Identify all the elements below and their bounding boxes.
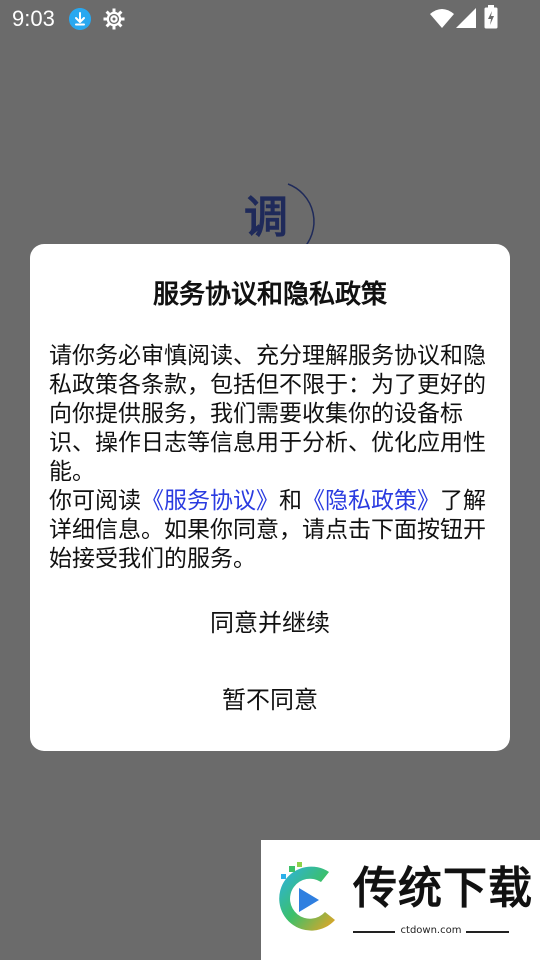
watermark-rule-left <box>353 931 395 933</box>
agree-button[interactable]: 同意并继续 <box>30 603 510 643</box>
splash-logo: 调 <box>244 192 288 243</box>
watermark-domain: ctdown.com <box>400 925 462 936</box>
dialog-title: 服务协议和隐私政策 <box>152 280 387 310</box>
watermark-rule-right <box>466 931 509 933</box>
service-agreement-link[interactable]: 《服务协议》 <box>141 488 279 514</box>
watermark: 传统下载 ctdown.com <box>261 840 540 960</box>
wifi-icon <box>430 9 454 28</box>
gear-icon <box>103 8 125 30</box>
dialog-paragraph-2: 你可阅读《服务协议》和《隐私政策》了解详细信息。如果你同意，请点击下面按钮开始接… <box>49 487 489 574</box>
watermark-logo-icon <box>279 862 335 931</box>
paragraph-2-prefix: 你可阅读 <box>49 488 141 514</box>
signal-icon <box>456 8 476 28</box>
paragraph-2-and: 和 <box>279 488 302 514</box>
battery-charging-icon <box>484 5 498 29</box>
download-icon <box>69 8 91 30</box>
watermark-name: 传统下载 <box>353 863 533 914</box>
status-bar: 9:03 <box>0 0 540 38</box>
dialog-body: 请你务必审慎阅读、充分理解服务协议和隐私政策各条款，包括但不限于：为了更好的向你… <box>49 342 489 574</box>
status-time: 9:03 <box>12 6 55 31</box>
decline-button[interactable]: 暂不同意 <box>30 680 510 720</box>
privacy-policy-link[interactable]: 《隐私政策》 <box>302 488 440 514</box>
dialog-paragraph-1: 请你务必审慎阅读、充分理解服务协议和隐私政策各条款，包括但不限于：为了更好的向你… <box>49 343 486 485</box>
